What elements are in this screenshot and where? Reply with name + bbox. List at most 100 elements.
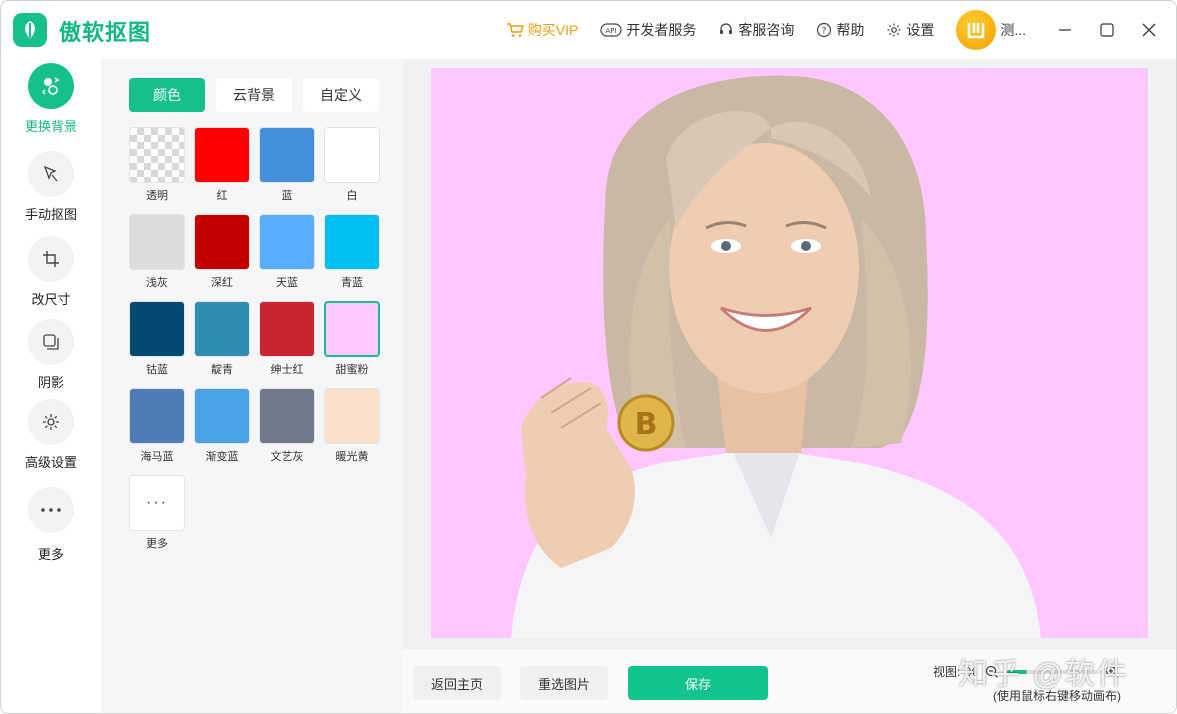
nav-label: 高级设置 [24,455,77,470]
maximize-button[interactable] [1086,1,1128,59]
color-swatch[interactable]: 海马蓝 [129,388,185,464]
swatch-label: 绅士红 [270,364,304,376]
title-bar: 傲软抠图 购买VIP API 开发者服务 客服咨询 ? 帮助 设置 测... [1,1,1176,59]
portrait-photo: B [431,68,1148,638]
cart-icon [506,23,524,37]
swatch-label: 天蓝 [276,277,298,289]
swatch-label: 靛青 [211,364,233,376]
swatch-color [259,301,315,357]
more-dots-icon: ··· [129,475,185,531]
swatch-color [194,388,250,444]
swatch-label: 浅灰 [146,277,168,289]
manual-cutout-icon [28,151,74,197]
color-swatch[interactable]: 靛青 [194,301,250,377]
nav-label: 更换背景 [24,119,77,134]
buy-vip-label: 购买VIP [527,22,579,38]
color-swatch[interactable]: 钴蓝 [129,301,185,377]
swatch-color [194,127,250,183]
swatch-label: 文艺灰 [270,451,304,463]
help-icon: ? [817,22,832,38]
svg-text:API: API [606,27,617,35]
swatch-color [259,127,315,183]
swatch-label: 甜蜜粉 [335,364,369,376]
nav-label: 手动抠图 [24,207,77,222]
swatch-color [129,388,185,444]
app-title: 傲软抠图 [59,20,152,45]
color-swatch[interactable]: 浅灰 [129,214,185,290]
swatch-label: 白 [346,190,358,202]
color-swatch[interactable]: 渐变蓝 [194,388,250,464]
crop-icon [28,236,74,282]
color-swatch[interactable]: 蓝 [259,127,315,203]
swatch-color [194,214,250,270]
color-swatch[interactable]: 白 [324,127,380,203]
swatch-color [324,127,380,183]
nav-advanced-settings[interactable]: 高级设置 [1,399,101,471]
buy-vip-button[interactable]: 购买VIP [506,20,579,40]
back-home-button[interactable]: 返回主页 [413,666,501,700]
avatar-logo-icon [968,23,985,39]
tab-color[interactable]: 颜色 [129,78,205,112]
zoom-label: 视图: [933,665,961,679]
swatch-label: 暖光黄 [335,451,369,463]
nav-replace-background[interactable]: 更换背景 [1,63,101,135]
color-swatch[interactable]: 天蓝 [259,214,315,290]
color-swatch[interactable]: 深红 [194,214,250,290]
preview-image[interactable]: B [431,68,1148,638]
color-swatch[interactable]: 暖光黄 [324,388,380,464]
gear-icon [887,23,901,37]
advanced-settings-icon [28,399,74,445]
watermark: 知乎 @软件 [958,658,1129,691]
nav-manual-cutout[interactable]: 手动抠图 [1,151,101,223]
nav-label: 改尺寸 [31,292,71,307]
color-swatch[interactable]: 绅士红 [259,301,315,377]
color-swatch[interactable]: 红 [194,127,250,203]
swatch-color [129,127,185,183]
swatch-label: 蓝 [281,190,293,202]
help-button[interactable]: ? 帮助 [816,20,864,40]
color-swatch[interactable]: 甜蜜粉 [324,301,380,377]
tab-cloud-background[interactable]: 云背景 [216,78,292,112]
svg-text:B: B [635,407,658,442]
nav-resize[interactable]: 改尺寸 [1,236,101,308]
shadow-icon [28,319,74,365]
more-icon [28,487,74,533]
background-panel: 颜色 云背景 自定义 透明 红 蓝 白浅灰 深红 天蓝 青蓝钴蓝 靛青 绅士红 甜蜜粉海马蓝 渐变蓝… [101,59,403,713]
close-icon [1142,23,1156,37]
nav-shadow[interactable]: 阴影 [1,319,101,391]
app-logo-icon [13,13,47,47]
nav-label: 更多 [37,547,64,562]
svg-text:?: ? [822,27,827,37]
swatch-label: 海马蓝 [140,451,174,463]
avatar[interactable] [956,10,997,50]
nav-more[interactable]: 更多 [1,487,101,563]
headset-icon [720,23,733,34]
minimize-button[interactable] [1044,1,1086,59]
swatch-color [324,301,380,357]
minimize-icon [1059,29,1071,31]
developer-service-button[interactable]: API 开发者服务 [600,20,696,40]
username[interactable]: 测... [1000,20,1026,40]
settings-button[interactable]: 设置 [886,20,934,40]
swatch-color [194,301,250,357]
developer-service-label: 开发者服务 [626,22,697,38]
save-button[interactable]: 保存 [628,666,768,700]
close-button[interactable] [1128,1,1170,59]
color-swatch[interactable]: 青蓝 [324,214,380,290]
swatch-label: 红 [216,190,228,202]
swatch-color [259,388,315,444]
left-nav: 更换背景 手动抠图 改尺寸 阴影 高级设置 更多 [1,59,101,713]
background-tabs: 颜色 云背景 自定义 [129,78,390,112]
swatch-label: 透明 [146,190,168,202]
tab-custom[interactable]: 自定义 [303,78,379,112]
color-swatch[interactable]: 文艺灰 [259,388,315,464]
api-icon: API [600,23,622,37]
canvas-area[interactable]: B [403,59,1176,649]
swatch-label: 更多 [146,538,168,550]
reselect-image-button[interactable]: 重选图片 [520,666,608,700]
swatch-color [324,214,380,270]
replace-background-icon [28,63,74,109]
customer-service-button[interactable]: 客服咨询 [718,20,794,40]
color-swatch[interactable]: 透明 [129,127,185,203]
color-swatch[interactable]: ··· 更多 [129,475,185,551]
